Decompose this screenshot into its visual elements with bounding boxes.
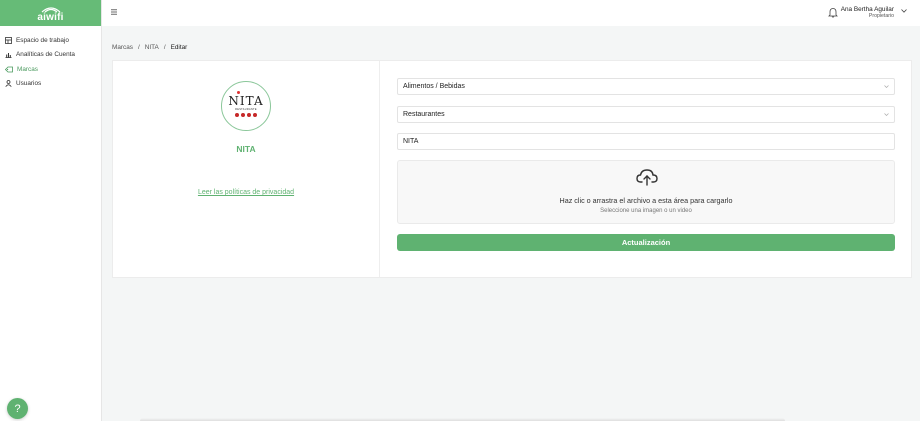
- workspace-icon: [5, 36, 12, 44]
- user-name: Ana Bertha Aguilar: [840, 6, 894, 13]
- card-divider: [379, 61, 380, 277]
- sidebar-item-usuarios[interactable]: Usuarios: [0, 77, 101, 92]
- breadcrumb: Marcas / NITA / Editar: [112, 44, 187, 51]
- sidebar-nav: Espacio de trabajo Analíticas de Cuenta …: [0, 26, 101, 91]
- brand-logo: NITA RESTAURANTE: [221, 81, 271, 131]
- sidebar-item-espacio-de-trabajo[interactable]: Espacio de trabajo: [0, 33, 101, 48]
- breadcrumb-marcas[interactable]: Marcas: [112, 44, 133, 51]
- brand-header: aiwifi: [0, 0, 101, 26]
- sidebar-item-label: Analíticas de Cuenta: [16, 51, 75, 59]
- sidebar-item-label: Marcas: [17, 65, 38, 73]
- sidebar: aiwifi Espacio de trabajo Analíticas de …: [0, 0, 102, 421]
- update-button[interactable]: Actualización: [397, 234, 895, 251]
- help-button[interactable]: ?: [7, 398, 28, 419]
- brand-logo-word: NITA: [228, 91, 263, 107]
- subcategory-value: Restaurantes: [403, 111, 445, 118]
- sidebar-item-marcas[interactable]: Marcas: [0, 62, 101, 77]
- sidebar-item-label: Espacio de trabajo: [16, 36, 69, 44]
- breadcrumb-separator: /: [163, 44, 166, 51]
- breadcrumb-nita[interactable]: NITA: [145, 44, 159, 51]
- brand-name: aiwifi: [37, 12, 64, 23]
- chevron-down-icon: [884, 85, 889, 88]
- subcategory-select[interactable]: Restaurantes: [397, 106, 895, 123]
- brand-logo-subtitle: RESTAURANTE: [235, 108, 257, 111]
- aiwifi-logo[interactable]: aiwifi: [37, 4, 64, 23]
- file-upload-dropzone[interactable]: Haz clic o arrastra el archivo a esta ár…: [397, 160, 895, 224]
- upload-instruction: Haz clic o arrastra el archivo a esta ár…: [559, 196, 733, 205]
- user-icon: [5, 80, 12, 88]
- sidebar-item-label: Usuarios: [16, 80, 42, 88]
- menu-toggle-icon[interactable]: [111, 9, 117, 15]
- brand-name-title: NITA: [236, 144, 256, 154]
- cloud-upload-icon: [636, 169, 658, 186]
- upload-hint: Seleccione una imagen o un video: [600, 208, 692, 214]
- user-role: Propietario: [868, 13, 894, 19]
- topbar: Ana Bertha Aguilar Propietario: [102, 0, 920, 26]
- privacy-policy-link[interactable]: Leer las políticas de privacidad: [113, 189, 379, 196]
- chevron-down-icon: [884, 113, 889, 116]
- bar-chart-icon: [5, 53, 12, 59]
- breadcrumb-current: Editar: [170, 44, 188, 51]
- tag-icon: [5, 66, 13, 73]
- user-profile[interactable]: Ana Bertha Aguilar Propietario: [841, 6, 894, 19]
- sidebar-item-analiticas[interactable]: Analíticas de Cuenta: [0, 48, 101, 63]
- category-select[interactable]: Alimentos / Bebidas: [397, 78, 895, 95]
- brand-logo-dots: [235, 113, 257, 117]
- brand-name-value: NITA: [403, 138, 419, 145]
- category-value: Alimentos / Bebidas: [403, 83, 465, 90]
- notification-bell-icon[interactable]: [828, 7, 838, 18]
- chevron-down-icon[interactable]: [901, 9, 907, 13]
- edit-brand-card: NITA RESTAURANTE NITA Leer las políticas…: [112, 60, 912, 278]
- breadcrumb-separator: /: [137, 44, 140, 51]
- brand-name-input[interactable]: NITA: [397, 133, 895, 150]
